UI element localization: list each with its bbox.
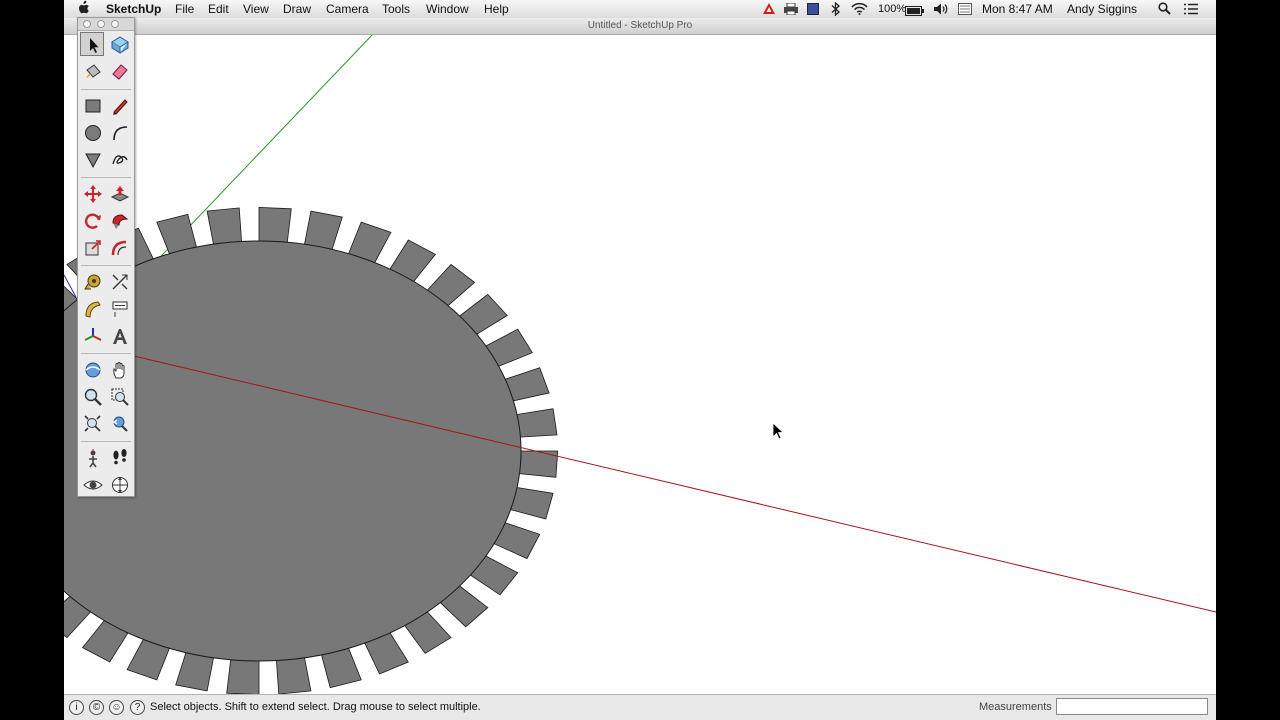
tool-line-button[interactable] [107, 93, 131, 117]
gear-tooth [275, 657, 312, 694]
window-title: Untitled - SketchUp Pro [587, 20, 693, 31]
credits-icon[interactable]: © [89, 700, 104, 715]
gear-tooth [175, 652, 214, 692]
notification-list-icon[interactable] [1184, 3, 1198, 19]
tool-zoom-window-button[interactable] [107, 384, 131, 408]
drawing-viewport[interactable] [64, 35, 1216, 694]
menu-view[interactable]: View [243, 1, 269, 17]
gear-tooth [258, 206, 292, 243]
gear-tooth [304, 210, 343, 250]
tool-rotate-button[interactable] [80, 208, 104, 232]
measurements-input[interactable] [1056, 698, 1208, 715]
tool-push-pull-button[interactable] [107, 181, 131, 205]
palette-divider [81, 441, 131, 442]
tool-3d-text-button[interactable] [107, 323, 131, 347]
palette-divider [81, 89, 131, 90]
battery-percent[interactable]: 100% [878, 1, 906, 17]
menubar-user[interactable]: Andy Siggins [1067, 1, 1137, 17]
large-tool-set-palette [77, 17, 135, 497]
tool-tape-measure-button[interactable] [80, 269, 104, 293]
palette-divider [81, 265, 131, 266]
tool-section-plane-button[interactable] [107, 472, 131, 496]
tool-freehand-button[interactable] [107, 147, 131, 171]
tool-orbit-button[interactable] [80, 357, 104, 381]
tool-select-button[interactable] [80, 32, 104, 56]
adobe-icon[interactable] [762, 2, 776, 19]
window-titlebar: Untitled - SketchUp Pro [64, 18, 1216, 35]
tool-circle-button[interactable] [80, 120, 104, 144]
tool-previous-view-button[interactable] [107, 411, 131, 435]
tool-look-around-button[interactable] [80, 472, 104, 496]
status-bar: i © ☺ ? Select objects. Shift to extend … [64, 694, 1216, 720]
screen-icon[interactable] [807, 3, 819, 19]
palette-header[interactable] [78, 18, 134, 31]
menu-tools[interactable]: Tools [382, 1, 410, 17]
tool-scale-button[interactable] [80, 235, 104, 259]
measurements-label: Measurements [979, 701, 1052, 713]
menu-edit[interactable]: Edit [208, 1, 229, 17]
palette-zoom-button[interactable] [111, 20, 119, 28]
keyboard-flag-icon[interactable] [958, 3, 972, 19]
palette-close-button[interactable] [83, 20, 91, 28]
tool-polygon-button[interactable] [80, 147, 104, 171]
help-icon[interactable]: ? [130, 700, 145, 715]
menu-window[interactable]: Window [426, 1, 469, 17]
tool-offset-button[interactable] [107, 235, 131, 259]
palette-divider [81, 177, 131, 178]
mouse-cursor-icon [772, 422, 785, 440]
status-text: Select objects. Shift to extend select. … [150, 701, 481, 713]
tool-rectangle-button[interactable] [80, 93, 104, 117]
tool-protractor-button[interactable] [80, 296, 104, 320]
menu-bar: SketchUp File Edit View Draw Camera Tool… [64, 0, 1216, 19]
printer-icon[interactable] [783, 2, 799, 19]
gear-tooth [516, 408, 558, 438]
tool-make-component-button[interactable] [107, 32, 131, 56]
tool-move-button[interactable] [80, 181, 104, 205]
menu-draw[interactable]: Draw [283, 1, 311, 17]
tool-text-button[interactable] [107, 296, 131, 320]
tool-eraser-button[interactable] [107, 59, 131, 83]
volume-icon[interactable] [933, 3, 948, 19]
user-account-icon[interactable]: ☺ [109, 700, 124, 715]
menubar-clock[interactable]: Mon 8:47 AM [982, 1, 1053, 17]
palette-divider [81, 353, 131, 354]
tool-position-camera-button[interactable] [80, 445, 104, 469]
tool-walk-button[interactable] [107, 445, 131, 469]
menu-camera[interactable]: Camera [326, 1, 369, 17]
menu-file[interactable]: File [175, 1, 194, 17]
tool-axes-button[interactable] [80, 323, 104, 347]
screen: SketchUp File Edit View Draw Camera Tool… [64, 0, 1216, 720]
tool-zoom-button[interactable] [80, 384, 104, 408]
gear-tooth [510, 487, 554, 520]
tool-follow-me-button[interactable] [107, 208, 131, 232]
menu-app-sketchup[interactable]: SketchUp [106, 1, 161, 17]
gear-tooth [226, 659, 260, 694]
geo-location-icon[interactable]: i [69, 700, 84, 715]
menu-help[interactable]: Help [484, 1, 509, 17]
gear-tooth [206, 207, 243, 245]
tool-pan-button[interactable] [107, 357, 131, 381]
spotlight-search-icon[interactable] [1158, 2, 1171, 19]
tool-paint-bucket-button[interactable] [80, 59, 104, 83]
tool-zoom-extents-button[interactable] [80, 411, 104, 435]
tool-dimension-button[interactable] [107, 269, 131, 293]
model-scene[interactable] [64, 35, 1216, 694]
wifi-icon[interactable] [851, 2, 868, 19]
palette-minimize-button[interactable] [97, 20, 105, 28]
tool-arc-button[interactable] [107, 120, 131, 144]
